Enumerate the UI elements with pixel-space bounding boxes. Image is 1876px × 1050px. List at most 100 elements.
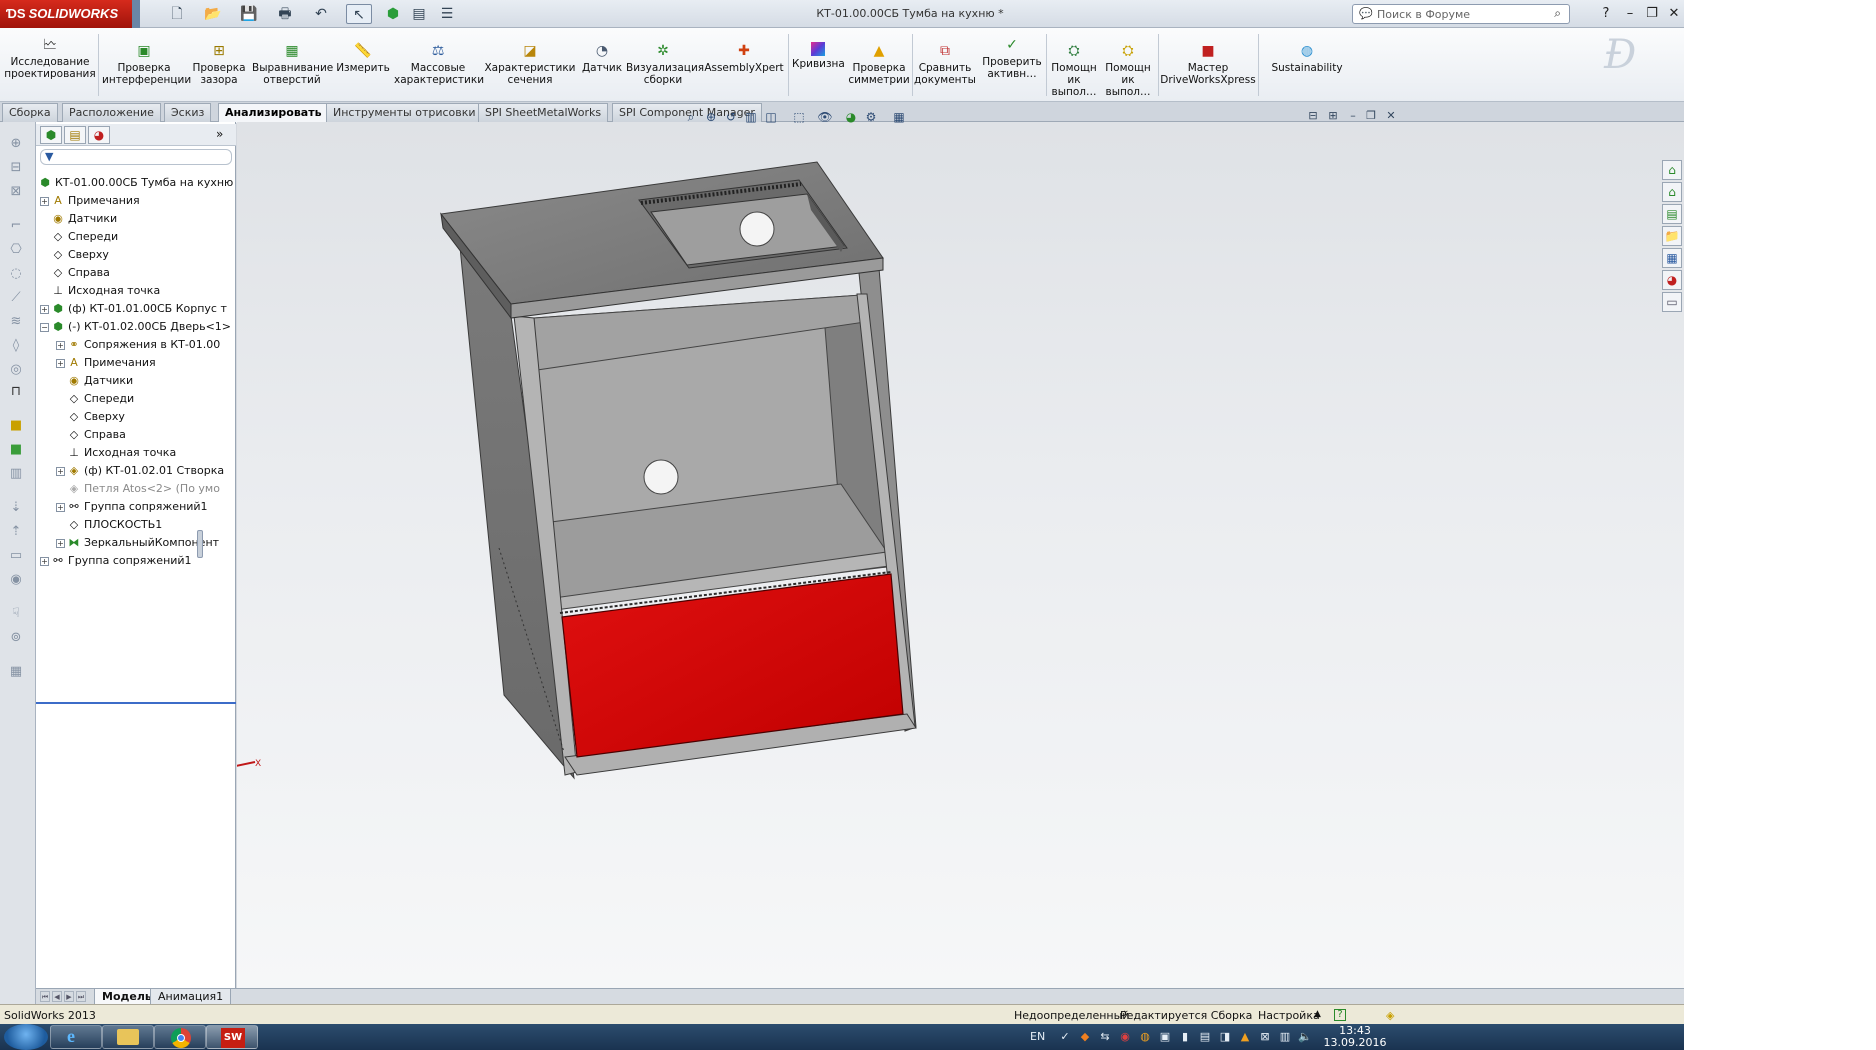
scroll-last-icon[interactable]: ⏭ <box>76 991 86 1002</box>
assembly-visualization-button[interactable]: ✲ Визуализация сборки <box>626 42 704 86</box>
tree-item[interactable]: ◇ Спереди <box>36 390 236 408</box>
tray-icon[interactable]: ⇆ <box>1098 1030 1112 1044</box>
apply-scene-icon[interactable]: ⚙ <box>862 108 880 126</box>
help-icon[interactable]: ? <box>1596 4 1616 24</box>
tray-icon[interactable]: ▤ <box>1198 1030 1212 1044</box>
doc-minimize-icon[interactable]: – <box>1344 108 1362 124</box>
tab-animation[interactable]: Анимация1 <box>150 989 232 1005</box>
property-manager-tab-icon[interactable]: ▤ <box>64 126 86 144</box>
tree-item[interactable]: ◉ Датчики <box>36 210 236 228</box>
panel-resize-grip[interactable] <box>197 530 203 558</box>
tree-item[interactable]: ◇ Сверху <box>36 408 236 426</box>
tree-item[interactable]: ◉ Датчики <box>36 372 236 390</box>
expand-icon[interactable]: + <box>40 556 49 566</box>
zoom-to-fit-icon[interactable]: ⌕ <box>682 108 700 126</box>
tree-filter-input[interactable]: ▼ <box>40 149 232 165</box>
tree-item[interactable]: ◈ Петля Atos<2> (По умо <box>36 480 236 498</box>
strip-tool-icon[interactable]: ⊟ <box>6 160 26 178</box>
settings-arrow-icon[interactable]: ▲ <box>1314 1009 1321 1019</box>
language-indicator[interactable]: EN <box>1030 1030 1045 1044</box>
edit-appearance-icon[interactable]: ◕ <box>842 108 860 126</box>
select-pointer-icon[interactable]: ↖ <box>346 4 372 24</box>
sustainability-button[interactable]: ◍ Sustainability <box>1266 42 1348 74</box>
tree-item[interactable]: + ⬢ (ф) КТ-01.01.00СБ Корпус т <box>36 300 236 318</box>
minimize-icon[interactable]: – <box>1620 4 1640 24</box>
tray-icon[interactable]: ⊠ <box>1258 1030 1272 1044</box>
strip-tool-icon[interactable]: ◎ <box>6 362 26 380</box>
help-status-icon[interactable]: ? <box>1334 1009 1346 1021</box>
tree-item[interactable]: ◇ Справа <box>36 426 236 444</box>
menu-flyout-arrow[interactable] <box>132 0 140 28</box>
tab-markup[interactable]: Инструменты отрисовки <box>326 103 483 122</box>
rebuild-icon[interactable]: ⬢ <box>380 4 406 24</box>
rollback-bar[interactable] <box>36 702 236 704</box>
view-settings-icon[interactable]: ▦ <box>890 108 908 126</box>
network-icon[interactable]: ▥ <box>1278 1030 1292 1044</box>
tree-item[interactable]: ◇ Спереди <box>36 228 236 246</box>
undo-icon[interactable]: ↶ <box>308 4 334 24</box>
tree-item[interactable]: ⊥ Исходная точка <box>36 444 236 462</box>
strip-tool-icon[interactable]: ⎔ <box>6 242 26 260</box>
previous-view-icon[interactable]: ↺ <box>722 108 740 126</box>
internet-explorer-icon[interactable]: e <box>50 1025 102 1049</box>
strip-tool-icon[interactable]: ☟ <box>6 606 26 624</box>
tray-icon[interactable]: ◆ <box>1078 1030 1092 1044</box>
expand-icon[interactable]: + <box>56 502 65 512</box>
view-orientation-icon[interactable]: ◫ <box>762 108 780 126</box>
clock[interactable]: 13:43 13.09.2016 <box>1310 1025 1400 1049</box>
tree-item[interactable]: + A Примечания <box>36 192 236 210</box>
home-icon[interactable]: ⌂ <box>1662 182 1682 202</box>
strip-tool-icon[interactable]: ⊕ <box>6 136 26 154</box>
strip-tool-icon[interactable]: ◉ <box>6 572 26 590</box>
tree-item[interactable]: + ⧓ ЗеркальныйКомпонент <box>36 534 236 552</box>
expand-icon[interactable]: + <box>56 466 65 476</box>
measure-button[interactable]: 📏 Измерить <box>334 42 392 74</box>
driveworksxpress-button[interactable]: ■ Мастер DriveWorksXpress <box>1160 42 1256 86</box>
design-study-button[interactable]: 🗠 Исследование проектирования <box>4 36 96 80</box>
display-style-icon[interactable]: ⬚ <box>790 108 808 126</box>
hole-alignment-button[interactable]: ▦ Выравнивание отверстий <box>252 42 333 86</box>
strip-tool-icon[interactable]: ⌐ <box>6 218 26 236</box>
search-icon[interactable]: ⌕ <box>1554 6 1561 21</box>
save-icon[interactable]: 💾 <box>236 4 262 24</box>
mass-properties-button[interactable]: ⚖ Массовые характеристики <box>394 42 484 86</box>
scroll-next-icon[interactable]: ▶ <box>64 991 74 1002</box>
start-button[interactable] <box>4 1024 48 1050</box>
tree-item[interactable]: + A Примечания <box>36 354 236 372</box>
interference-check-button[interactable]: ▣ Проверка интерференции <box>102 42 191 86</box>
design-library-icon[interactable]: ▤ <box>1662 204 1682 224</box>
scroll-first-icon[interactable]: ⏮ <box>40 991 50 1002</box>
tab-spi-sheetmetalworks[interactable]: SPI SheetMetalWorks <box>478 103 609 122</box>
assemblyxpert-button[interactable]: ✚ AssemblyXpert <box>704 42 784 74</box>
chrome-icon[interactable] <box>154 1025 206 1049</box>
curvature-button[interactable]: Кривизна <box>792 42 845 70</box>
strip-tool-icon[interactable]: ■ <box>6 442 26 460</box>
tree-item[interactable]: + ⚭ Сопряжения в КТ-01.00 <box>36 336 236 354</box>
tray-icon[interactable]: ◍ <box>1138 1030 1152 1044</box>
section-view-icon[interactable]: ▥ <box>742 108 760 126</box>
tab-assembly[interactable]: Сборка <box>2 103 58 122</box>
restore-icon[interactable]: ❐ <box>1642 4 1662 24</box>
forum-search-input[interactable]: 💬 Поиск в Форуме ⌕ <box>1352 4 1570 24</box>
display-manager-tab-icon[interactable]: ◕ <box>88 126 110 144</box>
tray-icon[interactable]: ◉ <box>1118 1030 1132 1044</box>
strip-tool-icon[interactable]: ⇣ <box>6 500 26 518</box>
strip-tool-icon[interactable]: ⊠ <box>6 184 26 202</box>
section-properties-button[interactable]: ◪ Характеристики сечения <box>484 42 576 86</box>
settings-dropdown[interactable]: Настройка <box>1258 1009 1320 1022</box>
view-palette-icon[interactable]: ▦ <box>1662 248 1682 268</box>
file-explorer-taskbar-icon[interactable] <box>102 1025 154 1049</box>
compare-documents-button[interactable]: ⧉ Сравнить документы <box>914 42 976 86</box>
close-icon[interactable]: ✕ <box>1664 4 1684 24</box>
tree-item[interactable]: ◇ ПЛОСКОСТЬ1 <box>36 516 236 534</box>
tree-item[interactable]: ◇ Сверху <box>36 246 236 264</box>
graphics-area[interactable]: Y X <box>237 122 1684 988</box>
assistant-button-2[interactable]: ⛭ Помощн ик выпол… <box>1102 42 1154 98</box>
tile-horizontal-icon[interactable]: ⊟ <box>1304 108 1322 124</box>
strip-tool-icon[interactable]: ▭ <box>6 548 26 566</box>
expand-icon[interactable]: + <box>40 304 49 314</box>
strip-tool-icon[interactable]: ≋ <box>6 314 26 332</box>
tree-item[interactable]: ⊥ Исходная точка <box>36 282 236 300</box>
tray-icon[interactable]: ▮ <box>1178 1030 1192 1044</box>
tab-layout[interactable]: Расположение <box>62 103 161 122</box>
